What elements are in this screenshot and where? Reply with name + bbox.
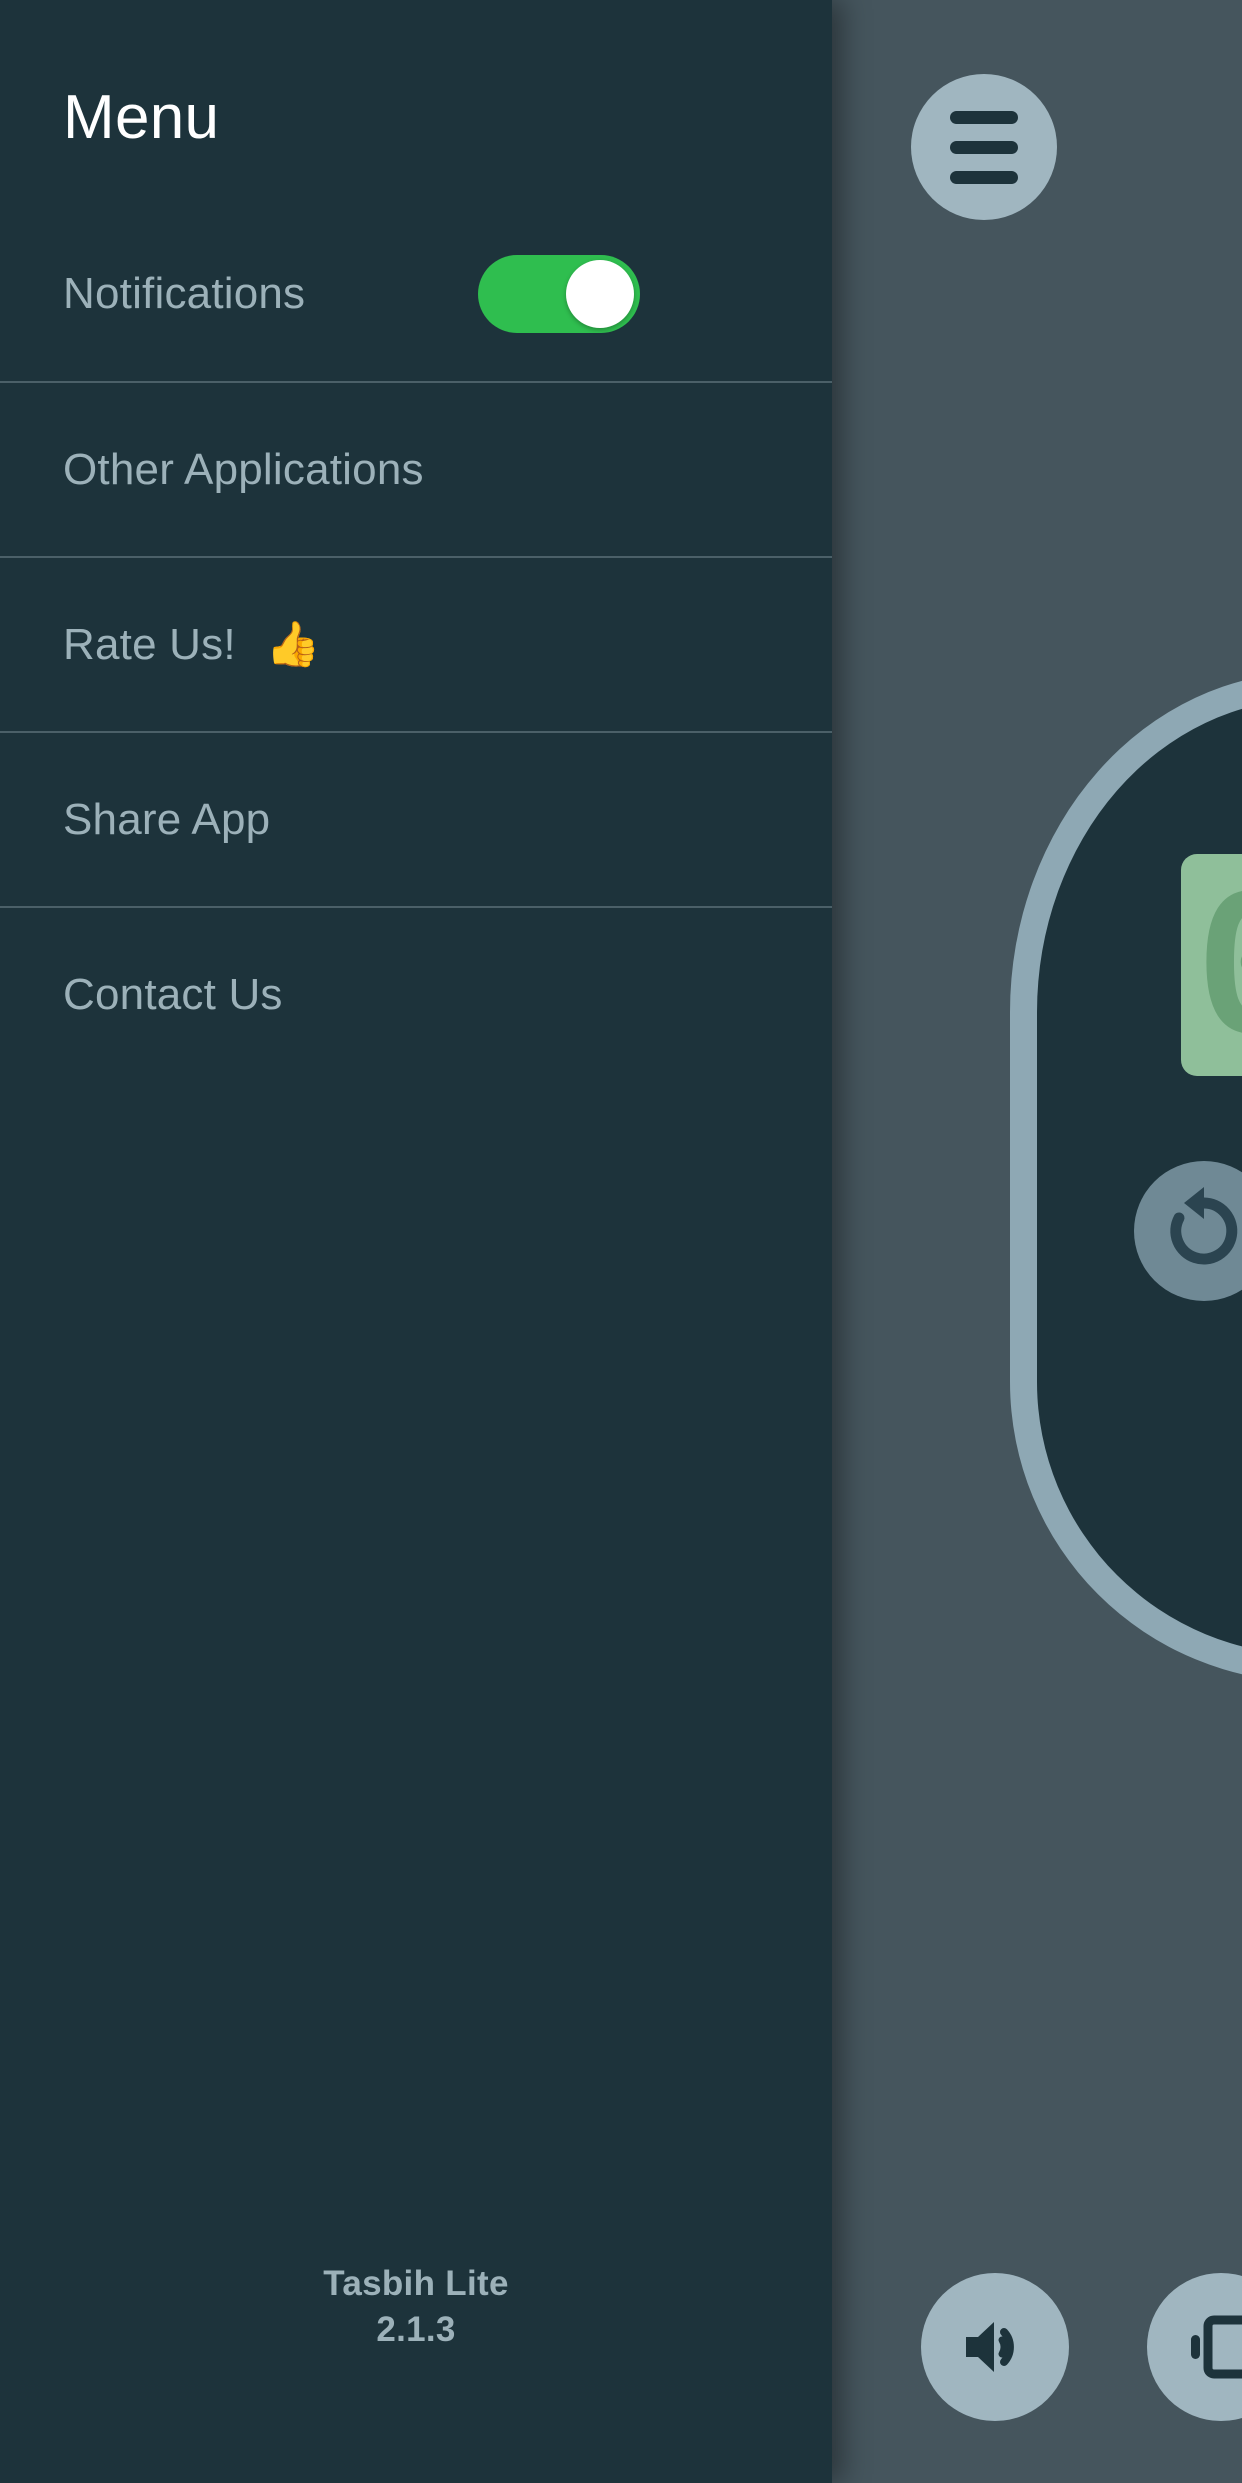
menu-item-share-app[interactable]: Share App — [0, 731, 832, 906]
navigation-drawer: Menu Notifications Other Applications Ra… — [0, 0, 832, 2483]
notifications-toggle[interactable] — [478, 254, 640, 333]
menu-item-label: Contact Us — [63, 969, 283, 1019]
menu-item-label: Rate Us! — [63, 619, 236, 669]
menu-item-label: Notifications — [63, 268, 306, 318]
menu-item-contact-us[interactable]: Contact Us — [0, 906, 832, 1081]
drawer-footer: Tasbih Lite 2.1.3 — [0, 2261, 832, 2483]
menu-item-other-applications[interactable]: Other Applications — [0, 381, 832, 556]
menu-item-notifications[interactable]: Notifications — [0, 206, 832, 381]
menu-item-rate-us[interactable]: Rate Us! 👍 — [0, 556, 832, 731]
toggle-knob — [566, 259, 634, 328]
menu-item-label: Share App — [63, 794, 271, 844]
thumbs-up-icon: 👍 — [265, 619, 321, 669]
drawer-scrim[interactable]: Menu Notifications Other Applications Ra… — [0, 0, 1242, 2483]
app-name-label: Tasbih Lite — [323, 2263, 509, 2303]
app-version-label: 2.1.3 — [376, 2309, 456, 2349]
menu-list: Notifications Other Applications Rate Us… — [0, 206, 832, 1081]
app-screen: 0 — [0, 0, 1242, 2483]
drawer-title: Menu — [63, 83, 220, 152]
menu-item-label: Other Applications — [63, 444, 424, 494]
